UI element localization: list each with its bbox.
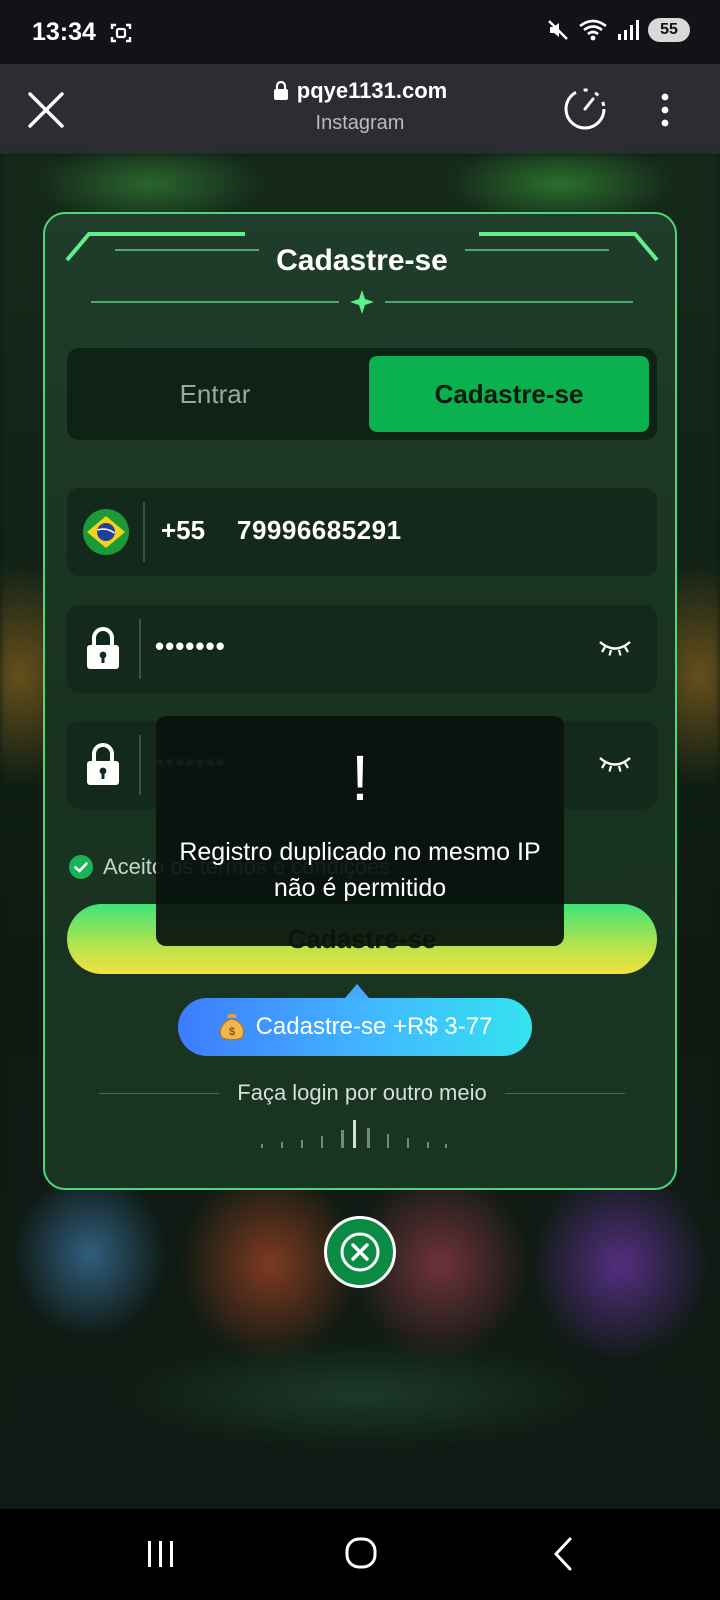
- browser-subtitle: Instagram: [315, 112, 405, 134]
- lock-icon: [273, 81, 288, 100]
- alt-login-label: Faça login por outro meio: [237, 1080, 487, 1105]
- home-icon[interactable]: [345, 1537, 377, 1569]
- field-divider: [139, 735, 141, 795]
- exclamation-icon: !: [351, 742, 369, 814]
- tab-login[interactable]: Entrar: [67, 348, 363, 440]
- recent-apps-icon[interactable]: [146, 1539, 176, 1569]
- error-toast: ! Registro duplicado no mesmo IP não é p…: [156, 716, 564, 946]
- padlock-icon: [87, 743, 119, 785]
- field-divider: [143, 502, 145, 562]
- phone-input[interactable]: 79996685291: [237, 515, 402, 546]
- signal-icon: [618, 20, 639, 40]
- field-divider: [139, 619, 141, 679]
- money-bag-icon: $: [219, 1014, 244, 1041]
- back-icon[interactable]: [552, 1537, 574, 1571]
- bonus-pointer: [345, 984, 369, 998]
- divider-line: [99, 1092, 220, 1094]
- tab-register[interactable]: Cadastre-se: [369, 356, 649, 432]
- more-options-icon[interactable]: [660, 92, 670, 128]
- bonus-label: Cadastre-se +R$ 3-77: [255, 1013, 493, 1040]
- timer-icon[interactable]: [562, 86, 608, 132]
- modal-title: Cadastre-se: [276, 244, 448, 277]
- brazil-flag-icon[interactable]: [82, 508, 130, 556]
- address-bar[interactable]: pqye1131.com Instagram: [0, 78, 720, 135]
- register-modal: Cadastre-se Entrar Cadastre-se +55 79996…: [43, 212, 677, 1190]
- status-bar: 13:34 55: [0, 0, 720, 64]
- battery-indicator: 55: [648, 18, 690, 42]
- country-code[interactable]: +55: [161, 515, 205, 546]
- status-time: 13:34: [32, 18, 96, 46]
- svg-text:$: $: [229, 1026, 235, 1038]
- page-url: pqye1131.com: [296, 78, 448, 103]
- toast-message: Registro duplicado no mesmo IP não é per…: [179, 838, 541, 902]
- alt-login-divider: Faça login por outro meio: [45, 1078, 679, 1108]
- padlock-icon: [87, 627, 119, 669]
- password-field[interactable]: •••••••: [67, 605, 657, 693]
- checkmark-icon[interactable]: [69, 855, 93, 879]
- modal-close-button[interactable]: [324, 1216, 396, 1288]
- divider-line: [504, 1092, 625, 1094]
- mute-icon: [548, 20, 568, 40]
- password-input[interactable]: •••••••: [155, 631, 226, 662]
- browser-toolbar: pqye1131.com Instagram: [0, 64, 720, 154]
- bonus-badge[interactable]: $ Cadastre-se +R$ 3-77: [178, 998, 532, 1056]
- eye-closed-icon[interactable]: [597, 751, 633, 775]
- wifi-icon: [579, 19, 607, 41]
- auth-tabs: Entrar Cadastre-se: [67, 348, 657, 440]
- phone-field[interactable]: +55 79996685291: [67, 488, 657, 576]
- system-navigation-bar: [0, 1509, 720, 1600]
- close-circle-icon[interactable]: [327, 1219, 393, 1285]
- screen-capture-icon: [110, 23, 132, 43]
- eye-closed-icon[interactable]: [597, 635, 633, 659]
- loading-bars-icon: [261, 1120, 447, 1148]
